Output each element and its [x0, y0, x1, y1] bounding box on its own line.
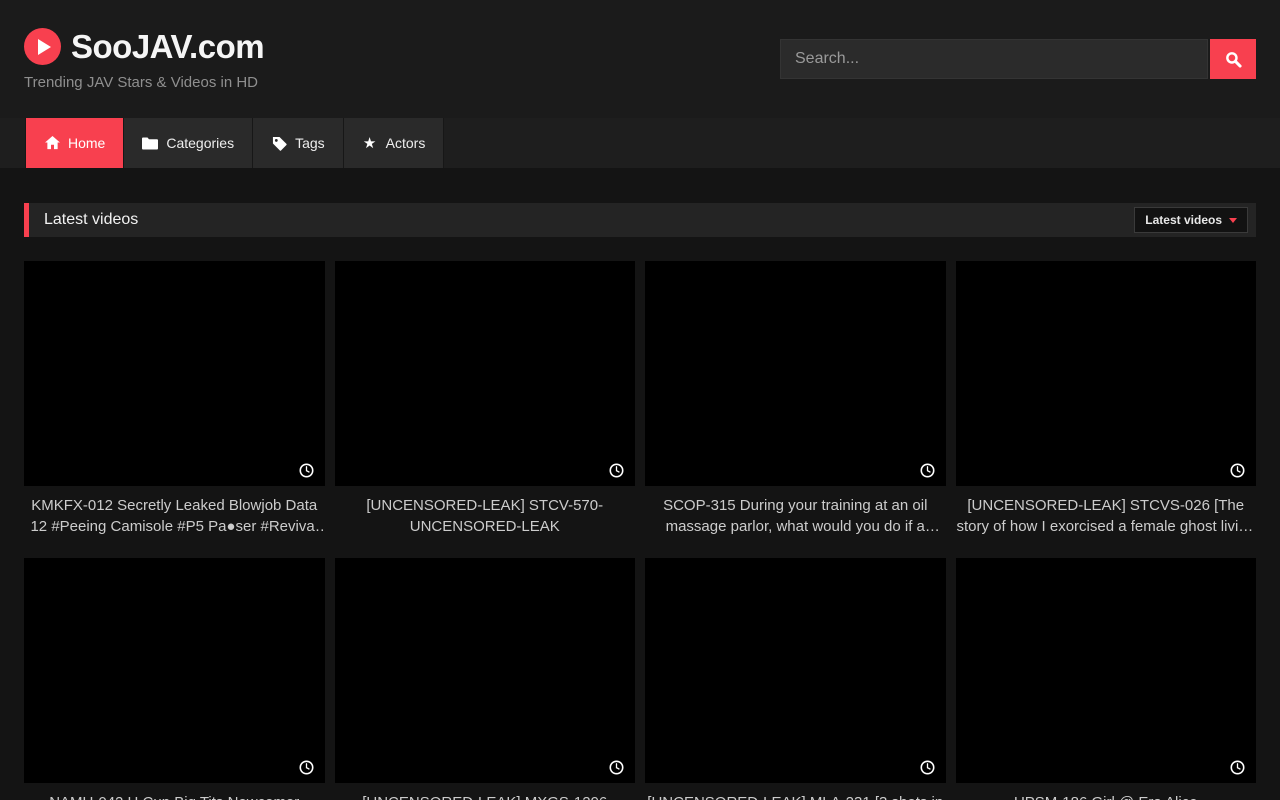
nav-list: Home Categories Tags ★ Actors [0, 118, 1280, 168]
video-title: NAMU-042 H Cup Big Tits Newcomer (170cm … [24, 792, 325, 800]
video-thumbnail [335, 261, 636, 486]
nav-item-label: Actors [386, 135, 426, 151]
clock-icon [920, 760, 935, 775]
video-thumbnail [645, 261, 946, 486]
nav-item-tags[interactable]: Tags [253, 118, 344, 168]
video-card[interactable]: UPSM-186 Girl @ Era Alice [956, 558, 1257, 800]
clock-icon [299, 760, 314, 775]
tag-icon [271, 135, 287, 151]
video-title: [UNCENSORED-LEAK] STCV-570-UNCENSORED-LE… [335, 495, 636, 537]
main-content: Latest videos Latest videos KMKFX-012 Se… [0, 168, 1280, 800]
search-input[interactable] [780, 39, 1208, 79]
video-title: [UNCENSORED-LEAK] MXGS-1296 Absolutely [335, 792, 636, 800]
video-card[interactable]: [UNCENSORED-LEAK] MXGS-1296 Absolutely [335, 558, 636, 800]
video-card[interactable]: [UNCENSORED-LEAK] STCV-570-UNCENSORED-LE… [335, 261, 636, 537]
video-thumbnail [645, 558, 946, 783]
main-nav: Home Categories Tags ★ Actors [0, 118, 1280, 168]
home-icon [44, 135, 60, 151]
video-title: UPSM-186 Girl @ Era Alice [956, 792, 1257, 800]
section-header: Latest videos Latest videos [24, 203, 1256, 237]
caret-down-icon [1229, 218, 1237, 223]
clock-icon [920, 463, 935, 478]
nav-item-label: Home [68, 135, 105, 151]
video-grid: KMKFX-012 Secretly Leaked Blowjob Data 1… [24, 261, 1256, 800]
section-title: Latest videos [44, 211, 138, 229]
star-icon: ★ [362, 135, 378, 151]
video-title: [UNCENSORED-LEAK] STCVS-026 [The story o… [956, 495, 1257, 537]
video-title: KMKFX-012 Secretly Leaked Blowjob Data 1… [24, 495, 325, 537]
play-circle-icon [24, 28, 61, 65]
nav-item-label: Tags [295, 135, 325, 151]
search-button[interactable] [1210, 39, 1256, 79]
video-thumbnail [335, 558, 636, 783]
site-title[interactable]: SooJAV.com [71, 28, 264, 66]
video-thumbnail [24, 558, 325, 783]
clock-icon [1230, 760, 1245, 775]
clock-icon [299, 463, 314, 478]
video-title: [UNCENSORED-LEAK] MLA-231 [3 shots in [645, 792, 946, 800]
video-card[interactable]: KMKFX-012 Secretly Leaked Blowjob Data 1… [24, 261, 325, 537]
clock-icon [1230, 463, 1245, 478]
site-tagline: Trending JAV Stars & Videos in HD [24, 74, 264, 91]
video-card[interactable]: [UNCENSORED-LEAK] STCVS-026 [The story o… [956, 261, 1257, 537]
sort-dropdown-label: Latest videos [1145, 213, 1222, 227]
nav-item-label: Categories [166, 135, 234, 151]
video-card[interactable]: SCOP-315 During your training at an oil … [645, 261, 946, 537]
folder-icon [142, 135, 158, 151]
video-card[interactable]: NAMU-042 H Cup Big Tits Newcomer (170cm … [24, 558, 325, 800]
clock-icon [609, 760, 624, 775]
video-title: SCOP-315 During your training at an oil … [645, 495, 946, 537]
nav-item-home[interactable]: Home [25, 118, 124, 168]
clock-icon [609, 463, 624, 478]
sort-dropdown[interactable]: Latest videos [1134, 207, 1248, 233]
nav-item-categories[interactable]: Categories [124, 118, 253, 168]
logo[interactable]: SooJAV.com [24, 28, 264, 66]
video-thumbnail [956, 261, 1257, 486]
nav-item-actors[interactable]: ★ Actors [344, 118, 445, 168]
video-card[interactable]: [UNCENSORED-LEAK] MLA-231 [3 shots in [645, 558, 946, 800]
search-icon [1225, 51, 1242, 68]
video-thumbnail [956, 558, 1257, 783]
brand: SooJAV.com Trending JAV Stars & Videos i… [24, 28, 264, 91]
search-form [780, 39, 1256, 79]
video-thumbnail [24, 261, 325, 486]
site-header: SooJAV.com Trending JAV Stars & Videos i… [0, 0, 1280, 118]
